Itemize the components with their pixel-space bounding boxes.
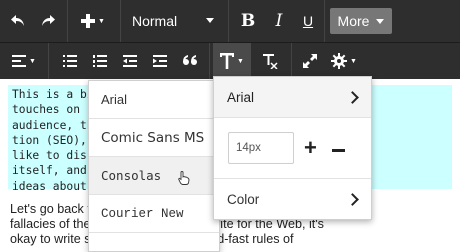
indent-button[interactable] — [148, 49, 172, 73]
color-row[interactable]: Color — [214, 179, 371, 219]
increase-size-button[interactable]: + — [304, 137, 317, 159]
bullet-list-button[interactable] — [58, 49, 82, 73]
underline-button[interactable]: U — [296, 9, 320, 33]
numbered-list-icon — [93, 55, 107, 67]
clear-formatting-button[interactable] — [258, 49, 282, 73]
align-button[interactable]: ▼ — [8, 49, 40, 73]
font-size-value: 14px — [236, 142, 261, 154]
undo-button[interactable] — [6, 9, 30, 33]
toolbar-separator — [120, 0, 121, 42]
caret-down-icon: ▼ — [98, 17, 105, 25]
font-size-input[interactable]: 14px — [228, 132, 294, 164]
outdent-button[interactable] — [118, 49, 142, 73]
chevron-down-icon — [206, 18, 214, 23]
font-family-menu: Arial Comic Sans MS Consolas Courier New — [88, 80, 220, 252]
decrease-size-button[interactable] — [332, 149, 345, 152]
redo-icon — [42, 15, 55, 26]
main-toolbar: ▼ Normal B I U More — [0, 0, 460, 43]
font-option-label: Consolas — [101, 168, 162, 183]
blockquote-button[interactable] — [178, 49, 202, 73]
chevron-right-icon — [346, 90, 359, 104]
caret-down-icon: ▼ — [350, 57, 357, 65]
bullet-list-icon — [63, 55, 77, 67]
settings-button[interactable]: ▼ — [328, 49, 360, 73]
fullscreen-button[interactable] — [298, 49, 322, 73]
quote-icon — [183, 55, 197, 65]
paragraph-format-select[interactable]: Normal — [122, 0, 226, 42]
caret-down-icon: ▼ — [237, 57, 244, 65]
outdent-icon — [123, 55, 137, 67]
toolbar-separator — [291, 43, 292, 79]
toolbar-separator — [67, 0, 68, 42]
toolbar-separator — [48, 43, 49, 79]
font-option-courier-new[interactable]: Courier New — [89, 195, 219, 233]
insert-button[interactable]: ▼ — [76, 9, 110, 33]
numbered-list-button[interactable] — [88, 49, 112, 73]
plus-icon — [81, 14, 96, 28]
font-size-row: 14px + — [214, 117, 371, 179]
more-button[interactable]: More — [330, 8, 392, 34]
bold-button[interactable]: B — [236, 9, 260, 33]
italic-button[interactable]: I — [267, 9, 291, 33]
toolbar-separator — [228, 0, 229, 42]
redo-button[interactable] — [36, 9, 60, 33]
expand-icon — [303, 54, 317, 68]
clear-formatting-icon — [263, 54, 278, 69]
indent-icon — [153, 55, 167, 67]
formatting-toolbar: ▼ ▼ ▼ — [0, 43, 460, 79]
font-option-comic-sans[interactable]: Comic Sans MS — [89, 119, 219, 157]
format-select-value: Normal — [132, 13, 178, 29]
gear-icon — [331, 53, 348, 69]
chevron-down-icon — [376, 18, 385, 24]
text-style-button[interactable]: ▼ — [213, 43, 251, 79]
toolbar-separator — [324, 0, 325, 42]
font-option-arial[interactable]: Arial — [89, 81, 219, 119]
chevron-right-icon — [346, 192, 359, 206]
paragraph-line: okay to write s e some of the hard-and-f… — [10, 232, 294, 246]
hand-cursor-icon — [178, 171, 190, 185]
font-option-label: Comic Sans MS — [101, 129, 205, 146]
text-style-panel: Arial 14px + Color — [213, 76, 372, 220]
toolbar-separator — [209, 43, 210, 79]
color-label: Color — [227, 191, 260, 207]
more-button-label: More — [337, 13, 370, 29]
caret-down-icon: ▼ — [29, 57, 36, 65]
font-option-label: Arial — [101, 92, 128, 107]
font-option-consolas[interactable]: Consolas — [89, 157, 219, 195]
text-style-icon — [220, 53, 235, 69]
font-option-label: Courier New — [101, 206, 184, 221]
font-family-row[interactable]: Arial — [214, 77, 371, 117]
undo-icon — [11, 15, 24, 26]
font-family-value: Arial — [227, 89, 255, 105]
align-left-icon — [12, 55, 27, 67]
